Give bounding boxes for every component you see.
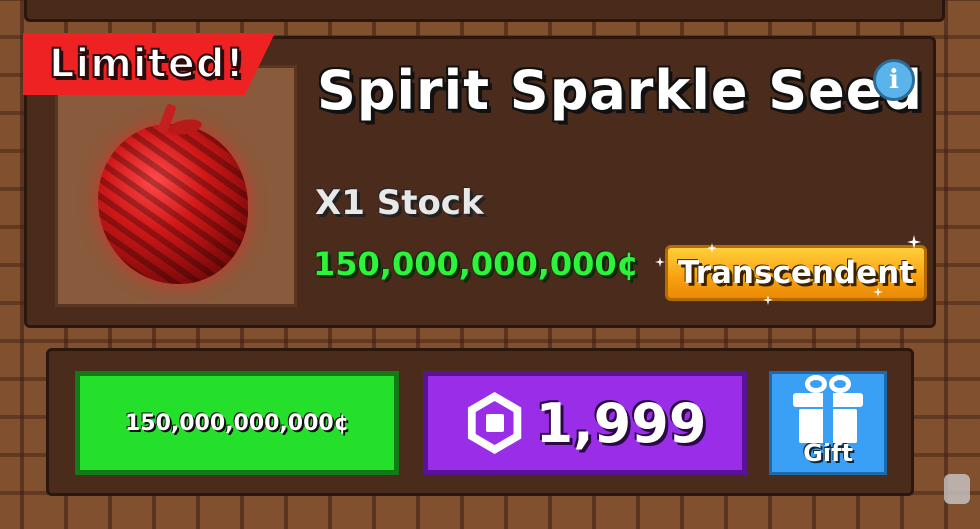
buy-with-sheckles-button[interactable]: 150,000,000,000¢ xyxy=(75,371,399,475)
buy-with-sheckles-label: 150,000,000,000¢ xyxy=(124,410,350,436)
overlay-handle xyxy=(944,474,970,504)
rarity-label: Transcendent xyxy=(677,255,915,291)
sparkle-icon xyxy=(655,257,665,267)
robux-icon xyxy=(464,392,526,454)
limited-badge: Limited! xyxy=(23,33,275,95)
info-icon[interactable]: i xyxy=(873,59,915,101)
limited-badge-label: Limited! xyxy=(48,40,245,88)
stock-count: X1 Stock xyxy=(315,183,484,223)
item-thumbnail xyxy=(55,65,297,307)
item-price: 150,000,000,000¢ xyxy=(313,245,639,283)
shop-item-card: Limited! Spirit Sparkle Seed i X1 Stock … xyxy=(23,33,936,328)
gift-icon xyxy=(793,375,863,443)
item-name: Spirit Sparkle Seed xyxy=(317,59,924,122)
rarity-badge: Transcendent xyxy=(665,245,927,301)
previous-card-edge xyxy=(24,0,945,22)
buy-with-robux-button[interactable]: 1,999 xyxy=(423,371,747,475)
gift-button[interactable]: Gift xyxy=(769,371,887,475)
seed-image xyxy=(98,124,248,284)
gift-label: Gift xyxy=(803,439,853,467)
purchase-bar: 150,000,000,000¢ 1,999 Gift xyxy=(46,348,914,496)
robux-price-label: 1,999 xyxy=(535,391,707,455)
